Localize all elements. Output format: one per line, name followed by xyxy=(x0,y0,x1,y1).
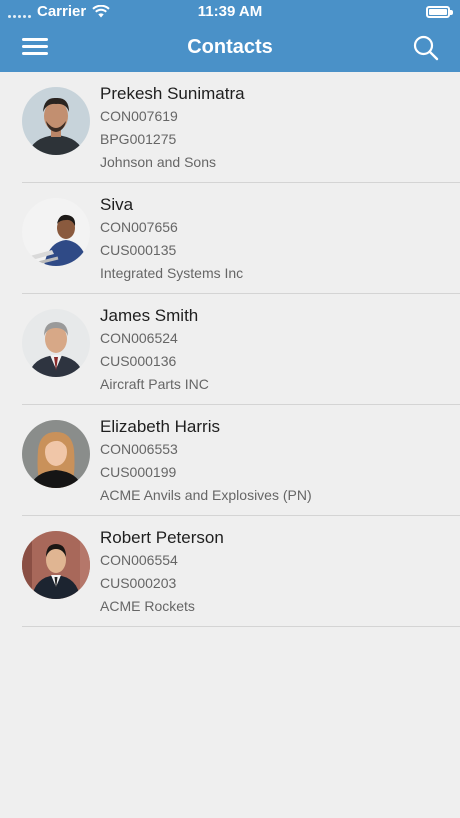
contact-row[interactable]: Elizabeth Harris CON006553 CUS000199 ACM… xyxy=(22,405,460,516)
company-name: ACME Anvils and Explosives (PN) xyxy=(100,487,312,503)
company-name: ACME Rockets xyxy=(100,598,195,614)
contact-id: CON007619 xyxy=(100,108,178,124)
account-id: CUS000136 xyxy=(100,353,177,369)
contact-name: Elizabeth Harris xyxy=(100,417,220,436)
status-time: 11:39 AM xyxy=(197,3,263,20)
contact-info: Prekesh Sunimatra CON007619 BPG001275 Jo… xyxy=(100,82,245,174)
company-name: Integrated Systems Inc xyxy=(100,265,244,281)
company-name: Aircraft Parts INC xyxy=(100,376,209,392)
avatar xyxy=(22,531,90,599)
battery-icon xyxy=(426,6,453,18)
contact-id: CON007656 xyxy=(100,219,178,235)
search-icon[interactable] xyxy=(412,34,440,62)
page-title: Contacts xyxy=(187,36,273,58)
avatar-photo-icon xyxy=(22,87,90,155)
account-id: BPG001275 xyxy=(100,131,177,147)
avatar-photo-icon xyxy=(22,420,90,488)
contact-name: Robert Peterson xyxy=(100,528,224,547)
contact-name: Siva xyxy=(100,195,134,214)
contact-id: CON006524 xyxy=(100,330,178,346)
avatar xyxy=(22,420,90,488)
avatar-photo-icon xyxy=(22,309,90,377)
avatar xyxy=(22,87,90,155)
contact-info: James Smith CON006524 CUS000136 Aircraft… xyxy=(100,304,209,396)
contacts-list: Prekesh Sunimatra CON007619 BPG001275 Jo… xyxy=(0,72,460,627)
app-header: Carrier 11:39 AM Contacts xyxy=(0,0,460,72)
contact-row[interactable]: Siva CON007656 CUS000135 Integrated Syst… xyxy=(22,183,460,294)
navigation-bar: Contacts xyxy=(0,24,460,72)
avatar xyxy=(22,309,90,377)
avatar-photo-icon xyxy=(22,198,90,266)
contact-row[interactable]: Prekesh Sunimatra CON007619 BPG001275 Jo… xyxy=(22,72,460,183)
account-id: CUS000135 xyxy=(100,242,177,258)
contact-info: Siva CON007656 CUS000135 Integrated Syst… xyxy=(100,193,243,285)
company-name: Johnson and Sons xyxy=(100,154,216,170)
avatar xyxy=(22,198,90,266)
contact-id: CON006553 xyxy=(100,441,178,457)
avatar-photo-icon xyxy=(22,531,90,599)
status-bar: Carrier 11:39 AM xyxy=(0,0,460,24)
contact-row[interactable]: James Smith CON006524 CUS000136 Aircraft… xyxy=(22,294,460,405)
contact-name: Prekesh Sunimatra xyxy=(100,84,245,103)
account-id: CUS000203 xyxy=(100,575,177,591)
contact-info: Elizabeth Harris CON006553 CUS000199 ACM… xyxy=(100,415,312,507)
contact-row[interactable]: Robert Peterson CON006554 CUS000203 ACME… xyxy=(22,516,460,627)
contact-id: CON006554 xyxy=(100,552,178,568)
contact-info: Robert Peterson CON006554 CUS000203 ACME… xyxy=(100,526,224,618)
contact-name: James Smith xyxy=(100,306,199,325)
account-id: CUS000199 xyxy=(100,464,177,480)
